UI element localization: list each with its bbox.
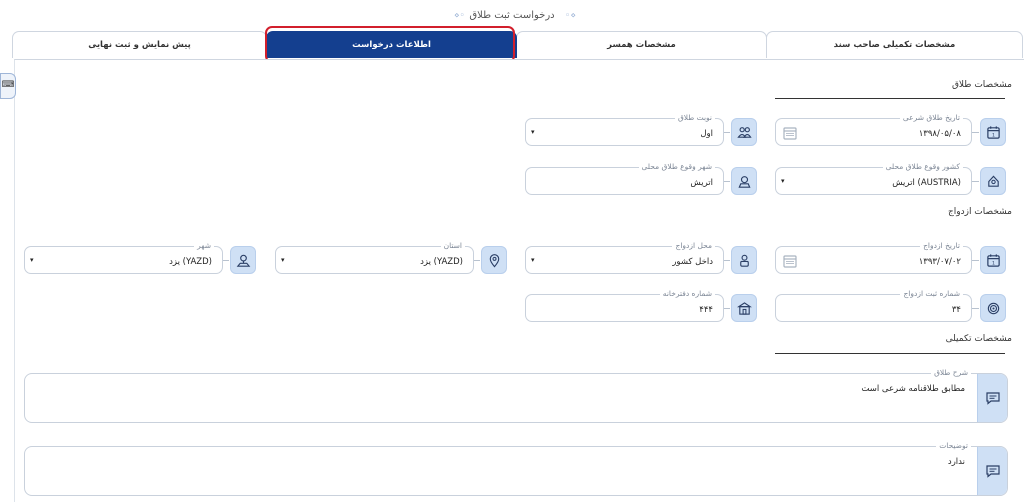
tab-owner-details-label: مشخصات تکمیلی صاحب سند xyxy=(833,40,956,50)
person-icon xyxy=(740,254,749,267)
notes-value: ندارد xyxy=(947,457,965,467)
connector xyxy=(723,132,730,133)
date-picker-icon[interactable] xyxy=(782,253,798,269)
chevron-down-icon: ▾ xyxy=(781,177,785,185)
office-no-label: شماره دفترخانه xyxy=(659,289,715,298)
divorce-city-value: اتریش xyxy=(690,178,713,188)
calendar-icon-box[interactable]: 1 xyxy=(980,118,1006,146)
map-pin-icon-box[interactable] xyxy=(481,246,507,274)
section-divider xyxy=(775,353,1005,354)
comment-icon-box xyxy=(977,374,1007,422)
notes-label: توضیحات xyxy=(936,441,971,450)
chevron-down-icon: ▾ xyxy=(531,256,535,264)
comment-icon-box xyxy=(977,447,1007,495)
people-icon xyxy=(737,127,752,138)
province-value: یزد (YAZD) xyxy=(420,257,463,267)
comment-icon xyxy=(986,465,1000,478)
city-select[interactable]: شهر یزد (YAZD) ▾ xyxy=(24,241,223,274)
map-hand-icon xyxy=(988,175,999,187)
divorce-description-value: مطابق طلاقنامه شرعی است xyxy=(861,384,965,394)
date-picker-icon[interactable] xyxy=(782,125,798,141)
divorce-description-textarea[interactable]: شرح طلاق مطابق طلاقنامه شرعی است xyxy=(24,368,1008,423)
calendar-icon: 1 xyxy=(987,254,1000,267)
section-divider xyxy=(775,98,1005,99)
city-value: یزد (YAZD) xyxy=(169,257,212,267)
title-right-deco: ◦⋄ xyxy=(565,11,576,21)
section-title-divorce: مشخصات طلاق xyxy=(951,80,1012,90)
map-pin-icon-box[interactable] xyxy=(980,167,1006,195)
marriage-date-value: ۱۳۹۳/۰۷/۰۲ xyxy=(918,257,961,267)
marriage-reg-no-label: شماره ثبت ازدواج xyxy=(900,289,963,298)
connector xyxy=(972,260,979,261)
connector xyxy=(972,181,979,182)
connector xyxy=(723,181,730,182)
divorce-country-label: کشور وقوع طلاق محلی xyxy=(882,162,963,171)
active-tab-highlight xyxy=(265,26,515,63)
fingerprint-icon-box[interactable] xyxy=(980,294,1006,322)
tab-bar: مشخصات تکمیلی صاحب سند مشخصات همسر اطلاع… xyxy=(12,31,1024,59)
person-icon-box[interactable] xyxy=(731,246,757,274)
divorce-turn-label: نوبت طلاق xyxy=(674,113,715,122)
divorce-turn-select[interactable]: نوبت طلاق اول ▾ xyxy=(525,113,724,146)
page-title-wrap: ⋄◦ درخواست ثبت طلاق ◦⋄ xyxy=(412,10,612,21)
office-no-field[interactable]: شماره دفترخانه ۴۴۴ xyxy=(525,289,724,322)
city-location-icon xyxy=(236,254,251,267)
tab-preview-submit[interactable]: پیش نمایش و ثبت نهایی xyxy=(12,31,267,58)
chevron-down-icon: ▾ xyxy=(531,128,535,136)
marriage-reg-no-field[interactable]: شماره ثبت ازدواج ۳۴ xyxy=(775,289,972,322)
marriage-place-label: محل ازدواج xyxy=(672,241,715,250)
map-pin-icon xyxy=(489,254,500,268)
office-building-icon xyxy=(737,302,752,315)
section-title-extra: مشخصات تکمیلی xyxy=(945,334,1012,344)
city-map-icon-box[interactable] xyxy=(230,246,256,274)
side-tool-button[interactable]: ⌨ xyxy=(0,73,16,99)
office-icon-box[interactable] xyxy=(731,294,757,322)
divorce-turn-value: اول xyxy=(700,129,713,139)
city-label: شهر xyxy=(194,241,214,250)
marriage-date-label: تاریخ ازدواج xyxy=(920,241,963,250)
connector xyxy=(723,260,730,261)
office-no-value: ۴۴۴ xyxy=(699,305,713,315)
chevron-down-icon: ▾ xyxy=(281,256,285,264)
svg-text:1: 1 xyxy=(992,261,995,267)
marriage-date-field[interactable]: تاریخ ازدواج ۱۳۹۳/۰۷/۰۲ xyxy=(775,241,972,274)
page-title: درخواست ثبت طلاق xyxy=(469,10,555,21)
province-select[interactable]: استان یزد (YAZD) ▾ xyxy=(275,241,474,274)
location-icon-box[interactable] xyxy=(731,167,757,195)
marriage-place-select[interactable]: محل ازدواج داخل کشور ▾ xyxy=(525,241,724,274)
province-label: استان xyxy=(440,241,465,250)
tab-spouse-details[interactable]: مشخصات همسر xyxy=(516,31,767,58)
divorce-description-label: شرح طلاق xyxy=(931,368,971,377)
calendar-icon: 1 xyxy=(987,126,1000,139)
divorce-date-value: ۱۳۹۸/۰۵/۰۸ xyxy=(918,129,961,139)
tab-owner-details[interactable]: مشخصات تکمیلی صاحب سند xyxy=(766,31,1023,58)
comment-icon xyxy=(986,392,1000,405)
divorce-city-label: شهر وقوع طلاق محلی xyxy=(638,162,715,171)
divorce-country-value: اتریش (AUSTRIA) xyxy=(892,178,961,188)
ring-icon xyxy=(987,302,1000,315)
connector xyxy=(222,260,229,261)
tab-preview-submit-label: پیش نمایش و ثبت نهایی xyxy=(88,40,191,50)
connector xyxy=(723,308,730,309)
chevron-down-icon: ▾ xyxy=(30,256,34,264)
divorce-date-label: تاریخ طلاق شرعی xyxy=(899,113,963,122)
connector xyxy=(473,260,480,261)
svg-text:1: 1 xyxy=(992,133,995,139)
divorce-date-field[interactable]: تاریخ طلاق شرعی ۱۳۹۸/۰۵/۰۸ xyxy=(775,113,972,146)
location-person-icon xyxy=(738,176,751,188)
tab-spouse-details-label: مشخصات همسر xyxy=(607,40,676,50)
calendar-icon-box[interactable]: 1 xyxy=(980,246,1006,274)
title-left-deco: ⋄◦ xyxy=(454,11,465,21)
people-icon-box[interactable] xyxy=(731,118,757,146)
notes-textarea[interactable]: توضیحات ندارد xyxy=(24,441,1008,496)
section-title-marriage: مشخصات ازدواج xyxy=(947,207,1012,217)
marriage-reg-no-value: ۳۴ xyxy=(951,305,961,315)
divorce-city-field[interactable]: شهر وقوع طلاق محلی اتریش xyxy=(525,162,724,195)
keyboard-icon: ⌨ xyxy=(1,80,15,90)
connector xyxy=(972,132,979,133)
connector xyxy=(972,308,979,309)
marriage-place-value: داخل کشور xyxy=(672,257,713,267)
divorce-country-select[interactable]: کشور وقوع طلاق محلی اتریش (AUSTRIA) ▾ xyxy=(775,162,972,195)
